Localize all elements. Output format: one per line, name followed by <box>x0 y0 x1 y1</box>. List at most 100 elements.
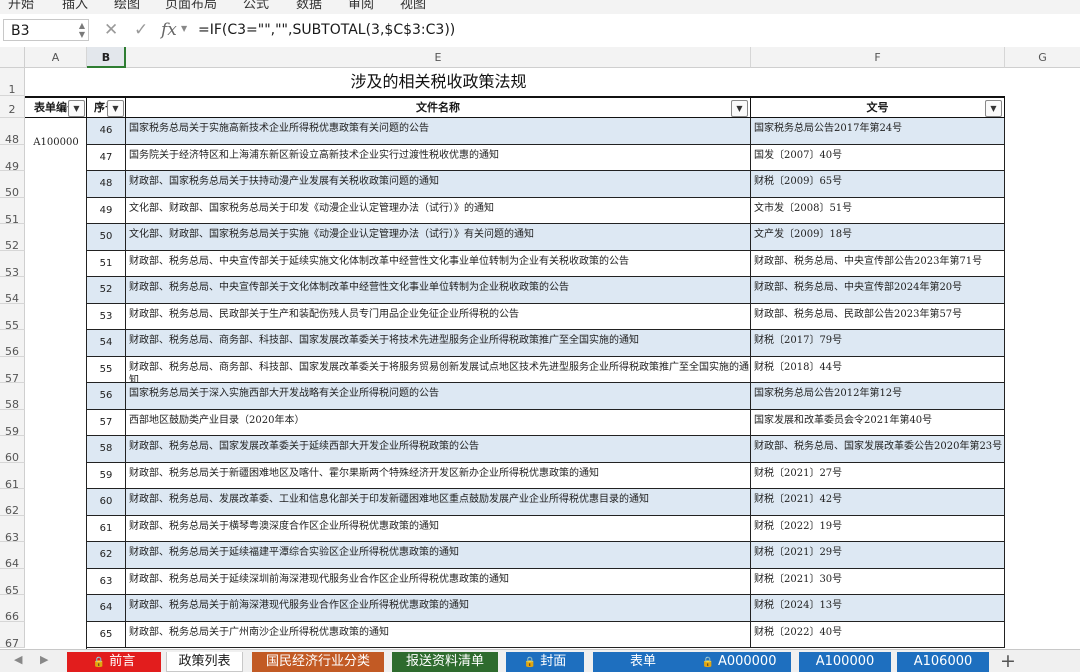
menu-review[interactable]: 审阅 <box>348 0 374 12</box>
cell-file-name[interactable]: 财政部、税务总局、商务部、科技部、国家发展改革委关于将技术先进型服务企业所得税政… <box>126 330 751 357</box>
cell-file-name[interactable]: 财政部、税务总局、国家发展改革委关于延续西部大开发企业所得税政策的公告 <box>126 436 751 463</box>
sheet-tab[interactable]: 政策列表 <box>166 652 243 672</box>
row-header-2[interactable]: 2 <box>0 96 25 118</box>
menu-draw[interactable]: 绘图 <box>114 0 140 12</box>
next-sheet-icon[interactable]: ▶ <box>40 653 48 666</box>
cell-doc-no[interactable]: 文市发〔2008〕51号 <box>751 197 1005 224</box>
cell-seq[interactable]: 55 <box>87 356 126 383</box>
cell-doc-no[interactable]: 财政部、税务总局、中央宣传部2024年第20号 <box>751 277 1005 304</box>
menu-formulas[interactable]: 公式 <box>243 0 269 12</box>
filter-dropdown-icon[interactable]: ▼ <box>985 100 1002 117</box>
cell-seq[interactable]: 47 <box>87 144 126 171</box>
cell-seq[interactable]: 60 <box>87 489 126 516</box>
cell-file-name[interactable]: 财政部、税务总局关于广州南沙企业所得税优惠政策的通知 <box>126 621 751 648</box>
sheet-title[interactable]: 涉及的相关税收政策法规 <box>126 68 751 96</box>
cell-seq[interactable]: 63 <box>87 568 126 595</box>
cell-doc-no[interactable]: 国家税务总局公告2017年第24号 <box>751 118 1005 145</box>
cell-seq[interactable]: 64 <box>87 595 126 622</box>
cell-seq[interactable]: 50 <box>87 224 126 251</box>
cell-file-name[interactable]: 国家税务总局关于实施高新技术企业所得税优惠政策有关问题的公告 <box>126 118 751 145</box>
cell-seq[interactable]: 57 <box>87 409 126 436</box>
cell-file-name[interactable]: 财政部、国家税务总局关于扶持动漫产业发展有关税收政策问题的通知 <box>126 171 751 198</box>
cell-doc-no[interactable]: 文产发〔2009〕18号 <box>751 224 1005 251</box>
cancel-icon[interactable]: ✕ <box>104 20 118 40</box>
cell-seq[interactable]: 48 <box>87 171 126 198</box>
sheet-tab[interactable]: 🔒 封面 <box>506 652 584 672</box>
cell-file-name[interactable]: 财政部、税务总局、中央宣传部关于延续实施文化体制改革中经营性文化事业单位转制为企… <box>126 250 751 277</box>
filter-dropdown-icon[interactable]: ▼ <box>68 100 85 117</box>
cell-doc-no[interactable]: 财政部、税务总局、中央宣传部公告2023年第71号 <box>751 250 1005 277</box>
cell-doc-no[interactable]: 财政部、税务总局、民政部公告2023年第57号 <box>751 303 1005 330</box>
row-header-1[interactable]: 1 <box>0 68 25 96</box>
cell-seq[interactable]: 52 <box>87 277 126 304</box>
cell-seq[interactable]: 51 <box>87 250 126 277</box>
cell-doc-no[interactable]: 财政部、税务总局、国家发展改革委公告2020年第23号 <box>751 436 1005 463</box>
name-box-spin-icon[interactable]: ▲ ▼ <box>79 21 85 39</box>
menu-home[interactable]: 开始 <box>8 0 34 12</box>
sheet-tab[interactable]: 国民经济行业分类 <box>252 652 384 672</box>
insert-function-icon[interactable]: fx <box>161 20 177 40</box>
cell-file-name[interactable]: 财政部、税务总局关于横琴粤澳深度合作区企业所得税优惠政策的通知 <box>126 515 751 542</box>
cell-doc-no[interactable]: 财税〔2017〕79号 <box>751 330 1005 357</box>
cell-seq[interactable]: 46 <box>87 118 126 145</box>
column-header-a[interactable]: A <box>25 47 87 68</box>
cell-file-name[interactable]: 财政部、税务总局、商务部、科技部、国家发展改革委关于将服务贸易创新发展试点地区技… <box>126 356 751 383</box>
header-seq[interactable]: 序号 ▼ <box>87 96 126 118</box>
cell-doc-no[interactable]: 财税〔2022〕19号 <box>751 515 1005 542</box>
cell-file-name[interactable]: 财政部、税务总局关于延续深圳前海深港现代服务业合作区企业所得税优惠政策的通知 <box>126 568 751 595</box>
menu-data[interactable]: 数据 <box>296 0 322 12</box>
name-box[interactable]: B3 ▲ ▼ <box>3 19 89 41</box>
cell-doc-no[interactable]: 财税〔2022〕40号 <box>751 621 1005 648</box>
cell-doc-no[interactable]: 财税〔2018〕44号 <box>751 356 1005 383</box>
cell-doc-no[interactable]: 财税〔2021〕27号 <box>751 462 1005 489</box>
cell-file-name[interactable]: 财政部、税务总局、民政部关于生产和装配伤残人员专门用品企业免征企业所得税的公告 <box>126 303 751 330</box>
cell-doc-no[interactable]: 财税〔2021〕42号 <box>751 489 1005 516</box>
column-header-b[interactable]: B <box>87 47 126 68</box>
header-form-code[interactable]: 表单编号 ▼ <box>25 96 87 118</box>
cell-seq[interactable]: 49 <box>87 197 126 224</box>
menu-insert[interactable]: 插入 <box>62 0 88 12</box>
cell-file-name[interactable]: 国务院关于经济特区和上海浦东新区新设立高新技术企业实行过渡性税收优惠的通知 <box>126 144 751 171</box>
sheet-tab[interactable]: 报送资料清单 <box>392 652 498 672</box>
sheet-tab[interactable]: 表单 <box>593 652 693 672</box>
add-sheet-button[interactable]: + <box>1000 650 1016 672</box>
cell-file-name[interactable]: 财政部、税务总局关于前海深港现代服务业合作区企业所得税优惠政策的通知 <box>126 595 751 622</box>
cell-doc-no[interactable]: 财税〔2021〕29号 <box>751 542 1005 569</box>
filter-dropdown-icon[interactable]: ▼ <box>731 100 748 117</box>
cell-seq[interactable]: 62 <box>87 542 126 569</box>
sheet-tab[interactable]: 🔒 前言 <box>67 652 161 672</box>
cell-doc-no[interactable]: 国家税务总局公告2012年第12号 <box>751 383 1005 410</box>
select-all-corner[interactable] <box>0 47 25 68</box>
cell-file-name[interactable]: 财政部、税务总局、发展改革委、工业和信息化部关于印发新疆困难地区重点鼓励发展产业… <box>126 489 751 516</box>
cell-doc-no[interactable]: 国家发展和改革委员会令2021年第40号 <box>751 409 1005 436</box>
spreadsheet-grid[interactable]: A B E F G 1 2 涉及的相关税收政策法规 表单编号 ▼ 序号 ▼ 文件… <box>0 47 1080 649</box>
cell-seq[interactable]: 61 <box>87 515 126 542</box>
menu-view[interactable]: 视图 <box>400 0 426 12</box>
column-header-e[interactable]: E <box>126 47 751 68</box>
cell-seq[interactable]: 59 <box>87 462 126 489</box>
cell-doc-no[interactable]: 财税〔2021〕30号 <box>751 568 1005 595</box>
sheet-tab[interactable]: A106000 <box>897 652 989 672</box>
header-doc-no[interactable]: 文号 ▼ <box>751 96 1005 118</box>
cell-doc-no[interactable]: 财税〔2024〕13号 <box>751 595 1005 622</box>
column-header-f[interactable]: F <box>751 47 1005 68</box>
cell-file-name[interactable]: 文化部、财政部、国家税务总局关于实施《动漫企业认定管理办法（试行）》有关问题的通… <box>126 224 751 251</box>
cell-file-name[interactable]: 西部地区鼓励类产业目录（2020年本） <box>126 409 751 436</box>
cell-seq[interactable]: 65 <box>87 621 126 648</box>
header-file-name[interactable]: 文件名称 ▼ <box>126 96 751 118</box>
cell-file-name[interactable]: 文化部、财政部、国家税务总局关于印发《动漫企业认定管理办法（试行）》的通知 <box>126 197 751 224</box>
cell-seq[interactable]: 53 <box>87 303 126 330</box>
prev-sheet-icon[interactable]: ◀ <box>14 653 22 666</box>
sheet-tab[interactable]: A100000 <box>799 652 891 672</box>
cell-file-name[interactable]: 国家税务总局关于深入实施西部大开发战略有关企业所得税问题的公告 <box>126 383 751 410</box>
cell-file-name[interactable]: 财政部、税务总局关于新疆困难地区及喀什、霍尔果斯两个特殊经济开发区新办企业所得税… <box>126 462 751 489</box>
cell-file-name[interactable]: 财政部、税务总局关于延续福建平潭综合实验区企业所得税优惠政策的通知 <box>126 542 751 569</box>
cell-doc-no[interactable]: 财税〔2009〕65号 <box>751 171 1005 198</box>
cell-seq[interactable]: 58 <box>87 436 126 463</box>
cell-seq[interactable]: 56 <box>87 383 126 410</box>
formula-input[interactable]: =IF(C3="","",SUBTOTAL(3,$C$3:C3)) <box>198 21 455 39</box>
cell-seq[interactable]: 54 <box>87 330 126 357</box>
sheet-tab[interactable]: 🔒 A000000 <box>687 652 791 672</box>
menu-page-layout[interactable]: 页面布局 <box>165 0 217 12</box>
cell-file-name[interactable]: 财政部、税务总局、中央宣传部关于文化体制改革中经营性文化事业单位转制为企业税收政… <box>126 277 751 304</box>
